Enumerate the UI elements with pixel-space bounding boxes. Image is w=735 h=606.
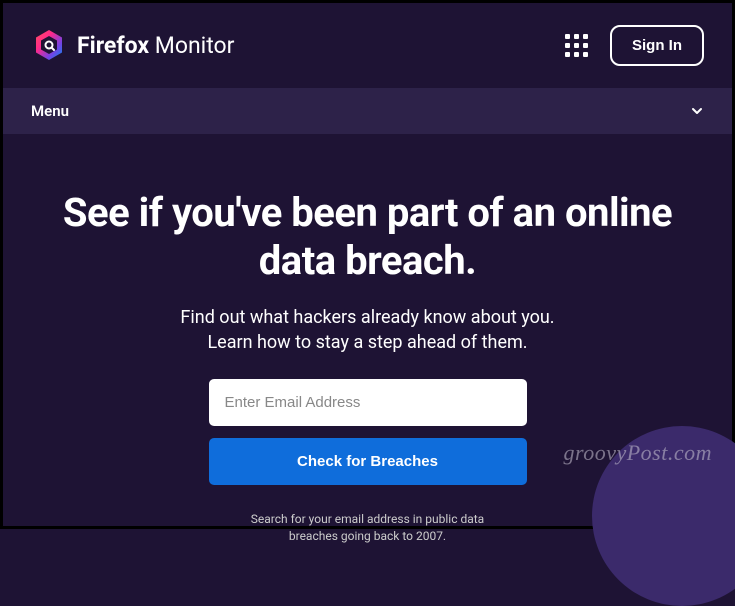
- email-field[interactable]: [209, 379, 527, 426]
- menu-bar[interactable]: Menu: [3, 88, 732, 134]
- header-right: Sign In: [565, 25, 704, 66]
- chevron-down-icon: [690, 104, 704, 118]
- main-content: See if you've been part of an online dat…: [3, 134, 732, 545]
- hero-title: See if you've been part of an online dat…: [43, 189, 692, 285]
- check-breaches-button[interactable]: Check for Breaches: [209, 438, 527, 485]
- header: Firefox Monitor Sign In: [3, 3, 732, 88]
- firefox-monitor-icon: [31, 28, 67, 64]
- subtitle-line2: Learn how to stay a step ahead of them.: [207, 332, 527, 353]
- apps-grid-icon[interactable]: [565, 34, 588, 57]
- signin-button[interactable]: Sign In: [610, 25, 704, 66]
- hero-subtitle: Find out what hackers already know about…: [43, 305, 692, 355]
- brand-light: Monitor: [155, 32, 235, 59]
- footer-line2: breaches going back to 2007.: [289, 529, 446, 543]
- watermark: groovyPost.com: [563, 440, 712, 466]
- form-footer-text: Search for your email address in public …: [251, 511, 484, 545]
- menu-label: Menu: [31, 102, 69, 120]
- logo[interactable]: Firefox Monitor: [31, 28, 234, 64]
- brand-bold: Firefox: [77, 32, 149, 59]
- footer-line1: Search for your email address in public …: [251, 512, 484, 526]
- brand-text: Firefox Monitor: [77, 32, 234, 59]
- subtitle-line1: Find out what hackers already know about…: [180, 307, 554, 328]
